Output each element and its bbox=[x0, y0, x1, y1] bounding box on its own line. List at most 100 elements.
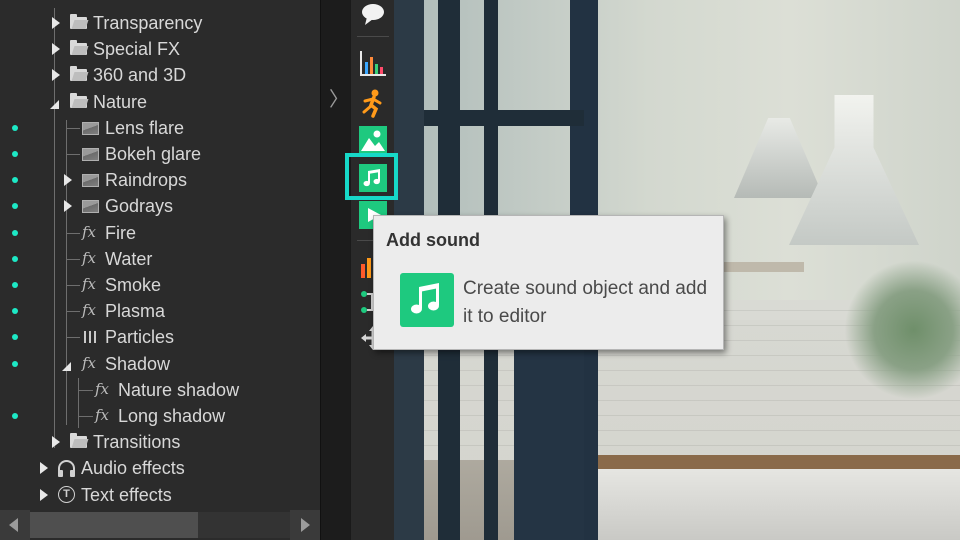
tree-item-360-and-3d[interactable]: 360 and 3D bbox=[0, 62, 290, 88]
tree-item-label: Transitions bbox=[93, 432, 181, 453]
status-dot bbox=[12, 124, 18, 131]
preview-counter bbox=[594, 455, 960, 469]
tree-connector-line bbox=[66, 311, 80, 313]
expand-arrow-icon[interactable] bbox=[38, 455, 50, 481]
tree-item-label: Nature shadow bbox=[118, 379, 240, 400]
tree-item-smoke[interactable]: fx Smoke bbox=[0, 272, 290, 298]
expand-arrow-icon[interactable] bbox=[62, 167, 74, 193]
collapse-arrow-icon[interactable] bbox=[62, 351, 74, 377]
preview-door-frame bbox=[424, 110, 584, 126]
tree-connector-line bbox=[79, 416, 93, 417]
tree-item-text-effects[interactable]: T Text effects bbox=[0, 482, 290, 508]
tree-item-label: Nature bbox=[93, 91, 148, 112]
fx-icon: fx bbox=[95, 406, 110, 424]
preview-plant bbox=[844, 260, 960, 400]
preview-door-frame bbox=[514, 325, 584, 540]
collapse-arrow-icon[interactable] bbox=[50, 89, 62, 115]
tree-connector-line bbox=[66, 127, 80, 129]
status-dot bbox=[12, 229, 18, 236]
chart-icon[interactable] bbox=[358, 48, 388, 78]
horizontal-scroll-thumb[interactable] bbox=[30, 512, 198, 538]
effects-tree: Transparency Special FX 360 and 3D Nature Le… bbox=[0, 8, 290, 510]
tooltip-description: Create sound object and add it to editor bbox=[463, 278, 708, 327]
status-dot bbox=[12, 360, 18, 367]
image-effect-icon bbox=[82, 141, 100, 167]
text-circle-icon: T bbox=[58, 482, 76, 508]
tree-item-label: Long shadow bbox=[118, 406, 226, 426]
tree-item-label: Transparency bbox=[93, 13, 203, 33]
scroll-left-button[interactable] bbox=[0, 510, 30, 540]
fx-icon: fx bbox=[82, 301, 97, 320]
tree-item-lens-flare[interactable]: Lens flare bbox=[0, 115, 290, 141]
tree-item-label: 360 and 3D bbox=[93, 65, 187, 86]
tree-item-label: Special FX bbox=[93, 39, 181, 60]
fx-icon: fx bbox=[82, 353, 97, 372]
panel-splitter[interactable]: 〉 bbox=[320, 0, 350, 540]
tree-item-shadow[interactable]: fx Shadow bbox=[0, 351, 290, 377]
tree-item-godrays[interactable]: Godrays bbox=[0, 193, 290, 219]
tree-item-transparency[interactable]: Transparency bbox=[0, 10, 290, 36]
tree-item-water[interactable]: fx Water bbox=[0, 246, 290, 272]
tree-item-label: Plasma bbox=[105, 301, 166, 322]
image-effect-icon bbox=[82, 167, 100, 193]
tree-item-label: Particles bbox=[105, 327, 175, 348]
music-note-icon bbox=[400, 273, 454, 327]
tooltip-title: Add sound bbox=[386, 230, 480, 250]
comment-icon[interactable] bbox=[358, 0, 388, 30]
tree-item-label: Text effects bbox=[81, 484, 172, 505]
fx-icon: fx bbox=[82, 275, 97, 293]
tree-connector-line bbox=[66, 285, 80, 286]
tree-connector-line bbox=[66, 258, 80, 260]
preview-cabinets bbox=[594, 469, 960, 540]
folder-icon bbox=[70, 429, 88, 455]
tree-connector-line bbox=[66, 232, 80, 234]
tree-item-particles[interactable]: Particles bbox=[0, 324, 290, 350]
tree-item-audio-effects[interactable]: Audio effects bbox=[0, 455, 290, 481]
status-dot bbox=[12, 151, 18, 157]
tree-item-bokeh-glare[interactable]: Bokeh glare bbox=[0, 141, 290, 167]
vertical-scrollbar[interactable] bbox=[290, 0, 608, 510]
collapse-panel-icon[interactable]: 〉 bbox=[329, 88, 349, 112]
tree-item-plasma[interactable]: fx Plasma bbox=[0, 298, 290, 324]
tree-item-long-shadow[interactable]: fx Long shadow bbox=[0, 403, 290, 429]
fx-icon: fx bbox=[82, 248, 97, 267]
tree-item-transitions[interactable]: Transitions bbox=[0, 429, 290, 455]
tree-item-nature-shadow[interactable]: fx Nature shadow bbox=[0, 377, 290, 403]
expand-arrow-icon[interactable] bbox=[50, 429, 62, 455]
toolbar-separator bbox=[357, 36, 389, 37]
image-icon[interactable] bbox=[358, 125, 388, 155]
tree-item-raindrops[interactable]: Raindrops bbox=[0, 167, 290, 193]
horizontal-scrollbar[interactable] bbox=[0, 510, 320, 540]
folder-icon bbox=[70, 89, 88, 115]
fx-icon: fx bbox=[95, 379, 110, 398]
expand-arrow-icon[interactable] bbox=[62, 193, 74, 219]
tree-item-nature[interactable]: Nature bbox=[0, 89, 290, 115]
tree-connector-line bbox=[66, 154, 80, 155]
expand-arrow-icon[interactable] bbox=[50, 62, 62, 88]
expand-arrow-icon[interactable] bbox=[50, 36, 62, 62]
scroll-right-button[interactable] bbox=[290, 510, 320, 540]
expand-arrow-icon[interactable] bbox=[38, 482, 50, 508]
fx-icon: fx bbox=[82, 222, 97, 241]
folder-icon bbox=[70, 62, 88, 88]
tree-item-label: Raindrops bbox=[105, 170, 188, 191]
tree-item-fire[interactable]: fx Fire bbox=[0, 220, 290, 246]
status-dot bbox=[12, 282, 18, 288]
tree-item-label: Fire bbox=[105, 222, 136, 243]
particles-icon bbox=[82, 324, 100, 350]
tree-item-label: Godrays bbox=[105, 196, 174, 217]
tree-item-special-fx[interactable]: Special FX bbox=[0, 36, 290, 62]
tree-item-label: Audio effects bbox=[81, 458, 185, 479]
tree-item-label: Smoke bbox=[105, 275, 162, 295]
headphones-icon bbox=[58, 455, 76, 481]
tree-item-label: Water bbox=[105, 248, 153, 269]
add-sound-tooltip: Add sound Create sound object and add it… bbox=[373, 215, 724, 350]
horizontal-scroll-track[interactable] bbox=[198, 512, 290, 538]
highlight-frame bbox=[345, 153, 398, 200]
tree-connector-line bbox=[66, 337, 80, 339]
image-effect-icon bbox=[82, 115, 100, 141]
tree-item-label: Lens flare bbox=[105, 117, 185, 138]
tree-item-label: Shadow bbox=[105, 353, 171, 374]
animation-figure-icon[interactable] bbox=[358, 88, 388, 118]
expand-arrow-icon[interactable] bbox=[50, 10, 62, 36]
